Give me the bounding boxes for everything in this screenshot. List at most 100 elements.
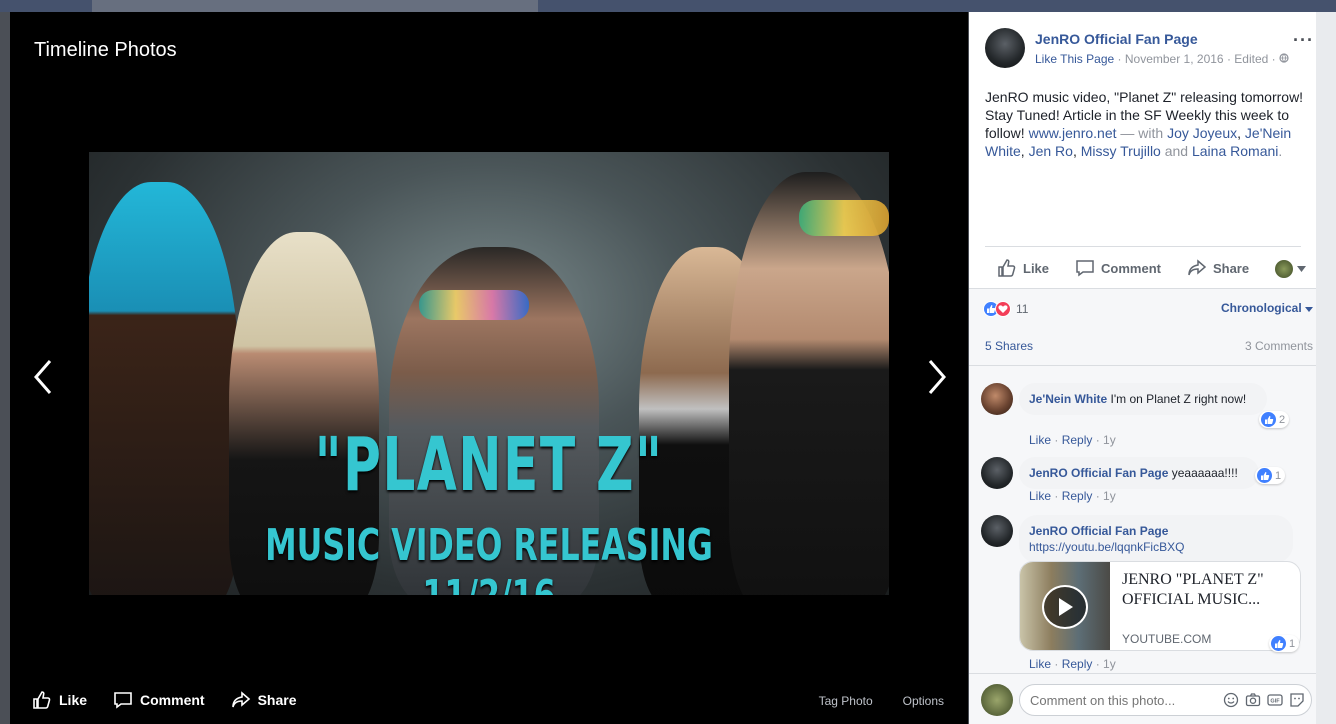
comment-age[interactable]: 1y bbox=[1103, 489, 1116, 503]
post-header bbox=[985, 28, 1025, 68]
comment-actions: Like · Reply · 1y bbox=[1029, 433, 1116, 447]
commenter-avatar[interactable] bbox=[981, 383, 1013, 415]
comment-like-badge[interactable]: 1 bbox=[1269, 635, 1300, 652]
post-comment-label: Comment bbox=[1101, 260, 1161, 276]
comma: , bbox=[1237, 125, 1245, 141]
comment-age[interactable]: 1y bbox=[1103, 433, 1116, 447]
comment-actions: Like · Reply · 1y bbox=[1029, 657, 1116, 671]
comment-bubble-icon bbox=[1076, 260, 1094, 277]
comment-author[interactable]: Je'Nein White bbox=[1029, 392, 1107, 406]
tag-missy-trujillo[interactable]: Missy Trujillo bbox=[1081, 143, 1161, 159]
like-reaction-icon bbox=[1261, 412, 1276, 427]
comma: , bbox=[1072, 143, 1081, 159]
comment-age[interactable]: 1y bbox=[1103, 657, 1116, 671]
post-share-label: Share bbox=[1212, 260, 1250, 276]
comment-like-count: 1 bbox=[1275, 469, 1282, 482]
like-reaction-icon bbox=[1271, 636, 1286, 651]
like-reaction-icon bbox=[1257, 468, 1272, 483]
options-link[interactable]: Options bbox=[903, 694, 944, 708]
photo-comment-button[interactable]: Comment bbox=[113, 690, 205, 710]
previous-photo-arrow[interactable] bbox=[30, 357, 60, 397]
page-background-strip bbox=[1316, 12, 1336, 724]
comment-text: I'm on Planet Z right now! bbox=[1110, 392, 1247, 406]
share-as-selector[interactable] bbox=[1275, 260, 1306, 278]
comment-reply-link[interactable]: Reply bbox=[1062, 657, 1093, 671]
comment-reply-link[interactable]: Reply bbox=[1062, 433, 1093, 447]
facebook-top-bar bbox=[0, 0, 1336, 12]
photo-comment-label: Comment bbox=[140, 692, 205, 708]
comment-like-link[interactable]: Like bbox=[1029, 657, 1051, 671]
video-thumbnail bbox=[1020, 562, 1110, 650]
chevron-down-icon bbox=[1297, 266, 1306, 272]
post-like-label: Like bbox=[1023, 260, 1050, 276]
page-avatar[interactable] bbox=[985, 28, 1025, 68]
comment-bubble: JenRO Official Fan Page https://youtu.be… bbox=[1019, 515, 1293, 563]
comment-like-badge[interactable]: 1 bbox=[1255, 467, 1286, 484]
svg-text:GIF: GIF bbox=[1270, 699, 1280, 705]
photo-like-button[interactable]: Like bbox=[32, 690, 87, 710]
edited-label[interactable]: Edited bbox=[1234, 52, 1268, 66]
more-options-icon[interactable]: ··· bbox=[1293, 30, 1314, 51]
comment-like-link[interactable]: Like bbox=[1029, 433, 1051, 447]
gif-icon[interactable]: GIF bbox=[1267, 692, 1283, 708]
post-like-button[interactable]: Like bbox=[997, 258, 1049, 278]
photo-share-label: Share bbox=[257, 692, 297, 708]
comment-bubble-icon bbox=[114, 692, 132, 709]
comment-like-count: 2 bbox=[1279, 413, 1286, 426]
comment-author[interactable]: JenRO Official Fan Page bbox=[1029, 466, 1168, 480]
shares-count[interactable]: 5 Shares bbox=[985, 339, 1033, 353]
post-date[interactable]: November 1, 2016 bbox=[1125, 52, 1224, 66]
post-side-panel: JenRO Official Fan Page Like This Page ·… bbox=[969, 12, 1316, 724]
engagement-counts: 5 Shares 3 Comments bbox=[985, 339, 1313, 353]
play-icon[interactable] bbox=[1042, 585, 1088, 629]
post-text-line1: JenRO music video, "Planet Z" releasing … bbox=[985, 89, 1304, 105]
post-comment-button[interactable]: Comment bbox=[1075, 258, 1161, 278]
viewer-avatar[interactable] bbox=[981, 684, 1013, 716]
page-name-link[interactable]: JenRO Official Fan Page bbox=[1035, 31, 1198, 47]
next-photo-arrow[interactable] bbox=[920, 357, 950, 397]
photo-share-button[interactable]: Share bbox=[231, 690, 297, 710]
video-source: YOUTUBE.COM bbox=[1122, 632, 1212, 646]
photo[interactable]: "PLANET Z" MUSIC VIDEO RELEASING 11/2/16 bbox=[89, 152, 889, 595]
youtube-link[interactable]: https://youtu.be/lqqnkFicBXQ bbox=[1029, 539, 1283, 555]
comment-composer: GIF bbox=[969, 673, 1316, 724]
tag-photo-link[interactable]: Tag Photo bbox=[819, 694, 873, 708]
comment-like-badge[interactable]: 2 bbox=[1259, 411, 1290, 428]
visor-glasses bbox=[419, 290, 529, 320]
post-meta: Like This Page · November 1, 2016 · Edit… bbox=[1035, 52, 1289, 66]
meta-dot: · bbox=[1271, 52, 1279, 66]
post-text: JenRO music video, "Planet Z" releasing … bbox=[985, 88, 1310, 160]
sort-label: Chronological bbox=[1220, 301, 1302, 315]
period: . bbox=[1278, 143, 1283, 159]
comments-count[interactable]: 3 Comments bbox=[1245, 339, 1313, 353]
comment-reply-link[interactable]: Reply bbox=[1062, 489, 1093, 503]
and-label: and bbox=[1160, 143, 1192, 159]
reactions-summary[interactable]: 11 bbox=[983, 301, 1028, 317]
comment-like-link[interactable]: Like bbox=[1029, 489, 1051, 503]
like-page-link[interactable]: Like This Page bbox=[1035, 52, 1114, 66]
tag-jen-ro[interactable]: Jen Ro bbox=[1029, 143, 1073, 159]
globe-icon bbox=[1279, 53, 1289, 63]
tag-joy-joyeux[interactable]: Joy Joyeux bbox=[1167, 125, 1237, 141]
comment-sort-dropdown[interactable]: Chronological bbox=[1221, 301, 1313, 315]
sticker-icon[interactable] bbox=[1289, 692, 1305, 708]
emoji-icon[interactable] bbox=[1223, 692, 1239, 708]
tag-laina-romani[interactable]: Laina Romani bbox=[1192, 143, 1278, 159]
divider bbox=[985, 246, 1301, 247]
photo-options-bar: Tag Photo Options bbox=[819, 694, 944, 708]
viewer-avatar bbox=[1275, 260, 1293, 278]
thumbs-up-icon bbox=[998, 259, 1016, 277]
comment-author[interactable]: JenRO Official Fan Page bbox=[1029, 523, 1283, 539]
comment-actions: Like · Reply · 1y bbox=[1029, 489, 1116, 503]
share-arrow-icon bbox=[1188, 259, 1207, 276]
visor-glasses-right bbox=[799, 200, 889, 236]
commenter-avatar[interactable] bbox=[981, 515, 1013, 547]
website-link[interactable]: www.jenro.net bbox=[1029, 125, 1117, 141]
link-preview-card[interactable]: JENRO "PLANET Z" OFFICIAL MUSIC... YOUTU… bbox=[1019, 561, 1301, 651]
album-title: Timeline Photos bbox=[34, 39, 177, 61]
commenter-avatar[interactable] bbox=[981, 457, 1013, 489]
thumbs-up-icon bbox=[33, 691, 51, 709]
camera-icon[interactable] bbox=[1245, 692, 1261, 708]
comment-bubble: JenRO Official Fan Page yeaaaaaa!!!! bbox=[1019, 457, 1259, 489]
post-share-button[interactable]: Share bbox=[1187, 258, 1249, 278]
